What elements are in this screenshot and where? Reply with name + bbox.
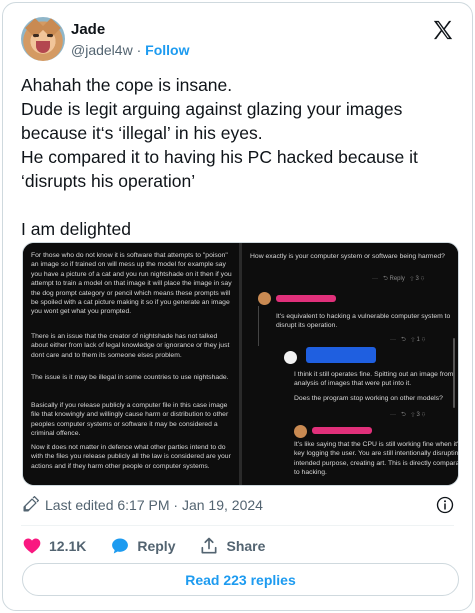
read-replies-label: Read 223 replies (185, 571, 296, 588)
vote-count: 1 (416, 337, 420, 343)
redacted-username (312, 427, 372, 434)
read-replies-button[interactable]: Read 223 replies (22, 563, 459, 596)
comment-actions: ··· ⮌ ⇧ 1 ⇩ (390, 335, 426, 345)
screenshot-left-pane: For those who do not know it is software… (23, 243, 239, 485)
parent-comment-text: How exactly is your computer system or s… (250, 253, 445, 260)
x-logo-icon[interactable] (432, 19, 454, 41)
reply-bubble-icon (112, 538, 129, 554)
reply-icon: ⮌ (401, 337, 406, 343)
action-bar: 12.1K Reply Share (22, 535, 289, 557)
divider (21, 525, 454, 526)
info-icon[interactable] (436, 496, 454, 514)
upvote-icon: ⇧ (409, 276, 414, 282)
separator-dot: · (136, 42, 142, 58)
comment-actions: ··· ⮌ ⇧ 3 ⇩ (390, 410, 426, 420)
screenshot-right-pane: How exactly is your computer system or s… (242, 243, 458, 485)
comment-text: It's equivalent to hacking a vulnerable … (276, 313, 451, 330)
thread-line (258, 306, 259, 346)
more-icon: ··· (390, 337, 396, 343)
screenshot-paragraph: The issue is it may be illegal in some c… (31, 374, 229, 381)
reply-button[interactable]: Reply (110, 536, 175, 556)
screenshot-paragraph: Now it does not matter in defence what o… (31, 444, 231, 470)
comment-text: Does the program stop working on other m… (294, 395, 443, 402)
edited-timestamp: Last edited 6:17 PM · Jan 19, 2024 (45, 496, 263, 513)
edited-info[interactable]: Last edited 6:17 PM · Jan 19, 2024 (22, 496, 263, 513)
vote-count: 3 (416, 412, 420, 418)
heart-icon (23, 538, 41, 554)
upvote-icon: ⇧ (410, 337, 415, 343)
upvote-icon: ⇧ (410, 412, 415, 418)
screenshot-paragraph: There is an issue that the creator of ni… (31, 333, 230, 359)
redacted-username (276, 295, 336, 302)
screenshot-paragraph: Basically if you release publicly a comp… (31, 402, 229, 438)
more-icon: ··· (390, 412, 396, 418)
more-icon: ··· (372, 276, 378, 282)
avatar[interactable] (21, 17, 65, 61)
commenter-avatar (284, 351, 297, 364)
vote-count: 3 (415, 276, 419, 282)
downvote-icon: ⇩ (421, 412, 426, 418)
comment-text: I think it still operates fine. Spitting… (294, 371, 454, 388)
screenshot-paragraph: For those who do not know it is software… (31, 252, 232, 316)
tweet-header: Jade @jadel4w · Follow (21, 17, 458, 63)
reply-label: Reply (389, 276, 405, 282)
redacted-username (306, 347, 376, 363)
reply-label: Reply (137, 538, 176, 554)
attached-screenshot[interactable]: For those who do not know it is software… (22, 242, 459, 486)
downvote-icon: ⇩ (421, 337, 426, 343)
share-label: Share (226, 538, 266, 554)
pencil-icon (23, 496, 39, 512)
downvote-icon: ⇩ (420, 276, 425, 282)
commenter-avatar (294, 425, 307, 438)
follow-button[interactable]: Follow (145, 42, 189, 58)
like-count: 12.1K (49, 538, 87, 554)
author-handle-row: @jadel4w · Follow (71, 42, 189, 58)
share-button[interactable]: Share (199, 536, 265, 556)
author-handle[interactable]: @jadel4w (71, 42, 133, 58)
reply-icon: ⮌ (383, 276, 388, 282)
like-button[interactable]: 12.1K (22, 536, 86, 556)
screenshot-scrollbar (453, 338, 455, 408)
comment-text: It's like saying that the CPU is still w… (294, 441, 459, 477)
comment-actions: ··· ⮌ Reply ⇧ 3 ⇩ (372, 274, 425, 284)
tweet-card: Jade @jadel4w · Follow Ahahah the cope i… (2, 2, 473, 611)
commenter-avatar (258, 292, 271, 305)
reply-icon: ⮌ (401, 412, 406, 418)
share-icon (201, 537, 217, 554)
tweet-text: Ahahah the cope is insane. Dude is legit… (21, 75, 418, 239)
author-name[interactable]: Jade (71, 21, 105, 38)
